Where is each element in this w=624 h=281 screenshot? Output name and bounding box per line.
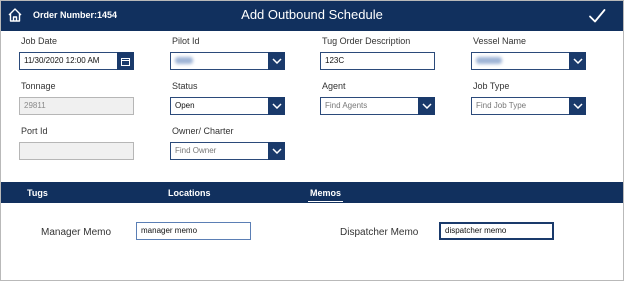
agent-dropdown[interactable]: Find Agents	[320, 97, 435, 115]
check-icon[interactable]	[588, 8, 606, 24]
pilot-id-dropdown[interactable]	[170, 52, 285, 70]
tab-tugs-label: Tugs	[27, 188, 48, 198]
agent-placeholder: Find Agents	[325, 101, 368, 110]
calendar-icon	[121, 57, 130, 66]
pilot-id-dropdown-button[interactable]	[268, 52, 285, 70]
chevron-down-icon	[271, 58, 282, 64]
vessel-name-dropdown-button[interactable]	[569, 52, 586, 70]
chevron-down-icon	[271, 103, 282, 109]
job-date-label: Job Date	[21, 36, 58, 46]
tug-order-description-input[interactable]: 123C	[320, 52, 435, 70]
chevron-down-icon	[421, 103, 432, 109]
job-type-placeholder: Find Job Type	[476, 101, 527, 110]
chevron-down-icon	[572, 58, 583, 64]
manager-memo-input[interactable]: manager memo	[136, 222, 251, 240]
chevron-down-icon	[271, 148, 282, 154]
manager-memo-value: manager memo	[141, 226, 198, 235]
status-label: Status	[172, 81, 198, 91]
vessel-name-label: Vessel Name	[473, 36, 527, 46]
agent-dropdown-button[interactable]	[418, 97, 435, 115]
job-type-label: Job Type	[473, 81, 510, 91]
job-type-dropdown[interactable]: Find Job Type	[471, 97, 586, 115]
dispatcher-memo-input[interactable]: dispatcher memo	[439, 222, 554, 240]
port-id-label: Port Id	[21, 126, 48, 136]
tab-memos[interactable]: Memos	[308, 188, 344, 202]
tab-locations-label: Locations	[168, 188, 211, 198]
owner-charter-placeholder: Find Owner	[175, 146, 217, 155]
manager-memo-label: Manager Memo	[41, 227, 112, 238]
vessel-name-dropdown[interactable]	[471, 52, 586, 70]
tab-locations[interactable]: Locations	[168, 188, 211, 198]
tonnage-value: 29811	[24, 101, 46, 110]
agent-label: Agent	[322, 81, 346, 91]
port-id-input	[19, 142, 134, 160]
status-dropdown[interactable]: Open	[170, 97, 285, 115]
dispatcher-memo-value: dispatcher memo	[445, 226, 507, 235]
owner-charter-dropdown[interactable]: Find Owner	[170, 142, 285, 160]
status-value: Open	[175, 101, 195, 110]
job-type-dropdown-button[interactable]	[569, 97, 586, 115]
tab-bar: Tugs Locations Memos	[1, 182, 623, 203]
pilot-id-redacted-value	[175, 57, 193, 64]
calendar-button[interactable]	[117, 52, 134, 70]
status-dropdown-button[interactable]	[268, 97, 285, 115]
tab-tugs[interactable]: Tugs	[27, 188, 48, 198]
page-title: Add Outbound Schedule	[241, 7, 383, 22]
tug-order-description-label: Tug Order Description	[322, 36, 411, 46]
tonnage-label: Tonnage	[21, 81, 56, 91]
tonnage-input: 29811	[19, 97, 134, 115]
active-tab-indicator	[308, 201, 344, 202]
tab-memos-label: Memos	[310, 188, 342, 198]
chevron-down-icon	[572, 103, 583, 109]
job-date-value: 11/30/2020 12:00 AM	[24, 56, 100, 65]
owner-charter-label: Owner/ Charter	[172, 126, 234, 136]
owner-charter-dropdown-button[interactable]	[268, 142, 285, 160]
vessel-name-redacted-value	[476, 57, 502, 64]
job-date-input[interactable]: 11/30/2020 12:00 AM	[19, 52, 134, 70]
header-bar: Order Number: 1454 Add Outbound Schedule	[1, 1, 623, 31]
tug-order-description-value: 123C	[325, 56, 345, 65]
pilot-id-label: Pilot Id	[172, 36, 200, 46]
dispatcher-memo-label: Dispatcher Memo	[340, 227, 419, 238]
